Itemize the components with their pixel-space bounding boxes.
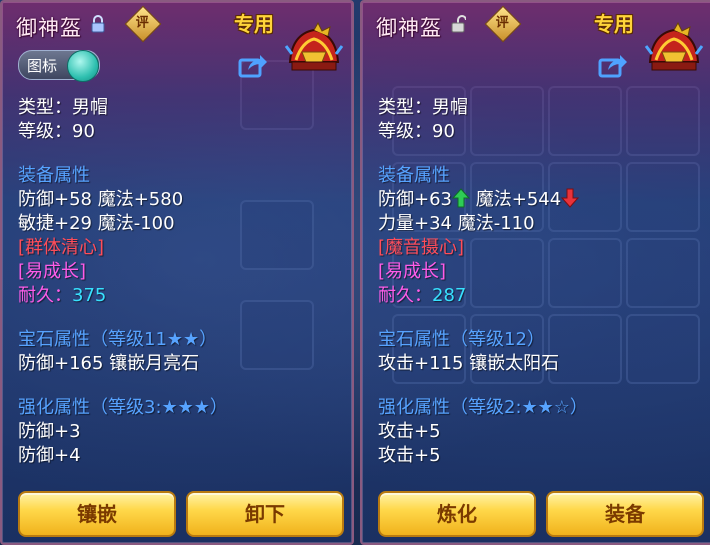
- enhance-header: 强化属性（等级3:★★★）: [18, 396, 344, 420]
- durability-label: 耐久：: [18, 285, 72, 306]
- item-type: 类型：男帽: [18, 97, 108, 118]
- special-trait: [易成长]: [18, 261, 87, 282]
- enhance-header-label: 强化属性: [18, 397, 90, 418]
- gem-header-label: 宝石属性: [18, 329, 90, 350]
- magic-attr: 魔法+544: [475, 189, 562, 210]
- exclusive-label: 专用: [594, 12, 634, 36]
- durability-value: 375: [72, 285, 107, 306]
- gem-attr: 防御+165 镶嵌月亮石: [18, 353, 200, 374]
- exclusive-label: 专用: [234, 12, 274, 36]
- special-trait: [易成长]: [378, 261, 447, 282]
- lock-closed-icon[interactable]: [90, 15, 106, 33]
- compare-item-tooltip: 御神盔 评 专用 类型：男帽 等级：90 装备属性 防御+63 魔法+544 力…: [360, 0, 710, 545]
- equip-attr-line: 防御+63 魔法+544: [378, 188, 704, 212]
- defense-attr: 防御+63: [378, 189, 452, 210]
- durability: 耐久：375: [18, 284, 344, 308]
- item-attributes: 类型：男帽 等级：90 装备属性 防御+63 魔法+544 力量+34 魔法-1…: [378, 96, 704, 468]
- equip-attr-header: 装备属性: [378, 165, 450, 186]
- durability-value: 287: [432, 285, 467, 306]
- helmet-icon: [284, 22, 344, 71]
- enhance-attr: 攻击+5: [378, 445, 441, 466]
- item-attributes: 类型：男帽 等级：90 装备属性 防御+58 魔法+580 敏捷+29 魔法-1…: [18, 96, 344, 468]
- icon-toggle-label: 图标: [27, 57, 58, 75]
- special-effect: [魔音摄心]: [378, 237, 465, 258]
- special-effect: [群体清心]: [18, 237, 105, 258]
- enhance-attr: 攻击+5: [378, 421, 441, 442]
- inlay-button[interactable]: 镶嵌: [18, 491, 176, 537]
- item-name: 御神盔: [16, 16, 82, 40]
- unequip-button[interactable]: 卸下: [186, 491, 344, 537]
- enhance-level: （等级3:★★★）: [90, 397, 228, 418]
- icon-toggle[interactable]: 图标: [18, 50, 100, 82]
- equipped-item-tooltip: 御神盔 评 专用 图标 类型：男帽 等级：90 装备属性 防御+58 魔法+58…: [0, 0, 354, 545]
- gem-level: （等级12）: [450, 329, 545, 350]
- enhance-attr: 防御+3: [18, 421, 81, 442]
- toggle-knob[interactable]: [67, 50, 99, 82]
- enhance-header: 强化属性（等级2:★★☆）: [378, 396, 704, 420]
- lock-open-icon[interactable]: [450, 15, 466, 33]
- equip-button[interactable]: 装备: [546, 491, 704, 537]
- item-name: 御神盔: [376, 16, 442, 40]
- arrow-up-icon: [452, 188, 470, 208]
- equip-attr-line: 力量+34 魔法-110: [378, 213, 535, 234]
- rate-badge[interactable]: 评: [484, 5, 522, 43]
- share-icon[interactable]: [598, 54, 628, 78]
- gem-level: （等级11★★）: [90, 329, 218, 350]
- share-icon[interactable]: [238, 54, 268, 78]
- helmet-icon: [644, 22, 704, 71]
- gem-header-label: 宝石属性: [378, 329, 450, 350]
- equip-attr-header: 装备属性: [18, 165, 90, 186]
- enhance-attr: 防御+4: [18, 445, 81, 466]
- item-level: 等级：90: [378, 121, 455, 142]
- refine-button[interactable]: 炼化: [378, 491, 536, 537]
- item-type: 类型：男帽: [378, 97, 468, 118]
- gem-header: 宝石属性（等级12）: [378, 328, 704, 352]
- gem-header: 宝石属性（等级11★★）: [18, 328, 344, 352]
- durability-label: 耐久：: [378, 285, 432, 306]
- gem-attr: 攻击+115 镶嵌太阳石: [378, 353, 560, 374]
- rate-badge[interactable]: 评: [124, 5, 162, 43]
- enhance-header-label: 强化属性: [378, 397, 450, 418]
- enhance-level: （等级2:★★☆）: [450, 397, 588, 418]
- arrow-down-icon: [561, 188, 580, 208]
- durability: 耐久：287: [378, 284, 704, 308]
- item-level: 等级：90: [18, 121, 95, 142]
- equip-attr-line: 防御+58 魔法+580: [18, 189, 184, 210]
- equip-attr-line: 敏捷+29 魔法-100: [18, 213, 175, 234]
